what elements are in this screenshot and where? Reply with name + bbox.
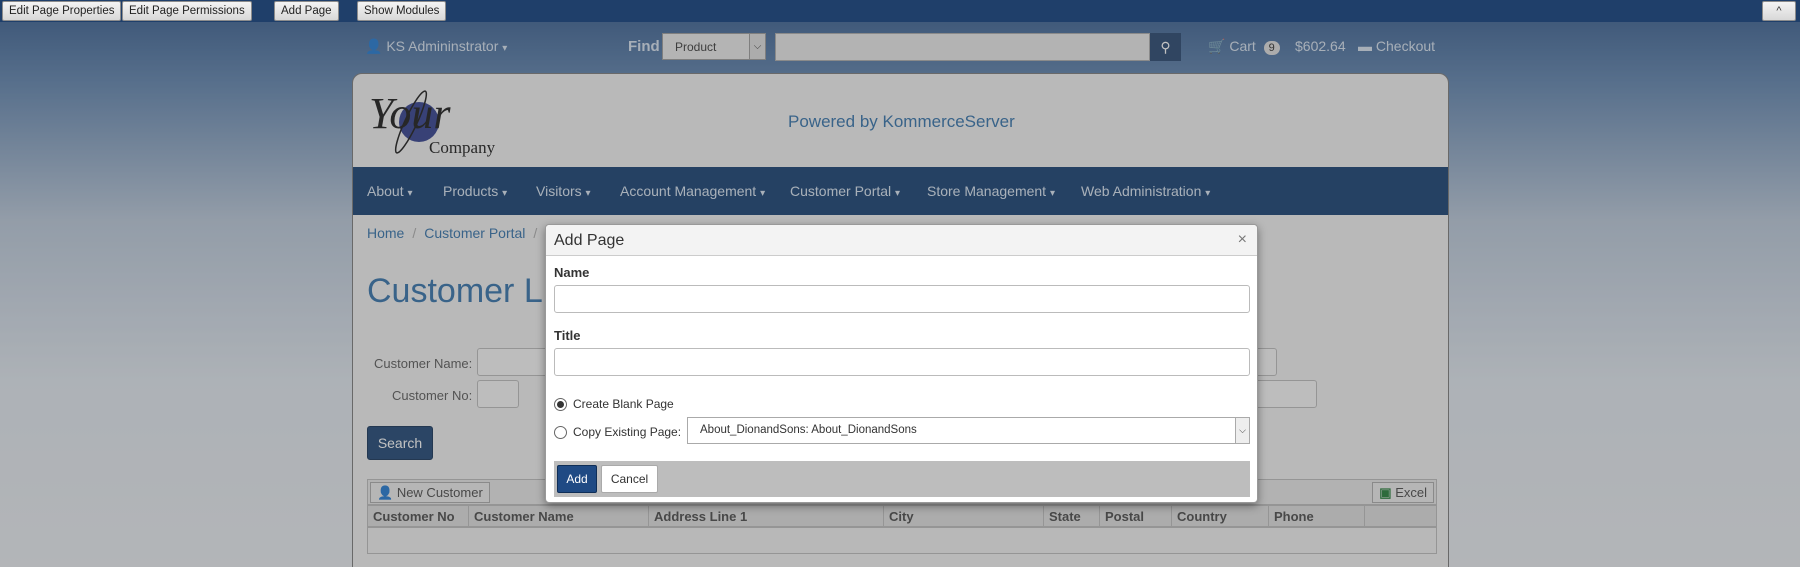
collapse-toolbar-button[interactable]: ^ xyxy=(1762,1,1796,21)
admin-toolbar: Edit Page Properties Edit Page Permissio… xyxy=(0,0,1800,22)
add-page-button[interactable]: Add Page xyxy=(274,1,339,21)
title-input[interactable] xyxy=(554,348,1250,376)
copy-source-select[interactable]: About_DionandSons: About_DionandSons ⌵ xyxy=(687,417,1250,444)
dialog-title: Add Page xyxy=(554,232,625,249)
create-blank-page-label[interactable]: Create Blank Page xyxy=(573,397,674,411)
title-label: Title xyxy=(554,328,581,343)
cancel-button[interactable]: Cancel xyxy=(601,465,658,493)
edit-page-properties-button[interactable]: Edit Page Properties xyxy=(2,1,122,21)
name-input[interactable] xyxy=(554,285,1250,313)
show-modules-button[interactable]: Show Modules xyxy=(357,1,447,21)
copy-existing-page-radio[interactable] xyxy=(554,426,567,439)
chevron-down-icon: ⌵ xyxy=(1235,418,1249,443)
add-button[interactable]: Add xyxy=(557,465,597,493)
close-icon[interactable]: × xyxy=(1238,231,1247,249)
create-blank-page-radio[interactable] xyxy=(554,398,567,411)
dialog-header: Add Page × xyxy=(546,225,1257,256)
copy-existing-page-label[interactable]: Copy Existing Page: xyxy=(573,425,681,439)
name-label: Name xyxy=(554,265,590,280)
dialog-footer: Add Cancel xyxy=(554,461,1250,497)
edit-page-permissions-button[interactable]: Edit Page Permissions xyxy=(122,1,252,21)
copy-source-value: About_DionandSons: About_DionandSons xyxy=(700,424,917,436)
add-page-dialog: Add Page × Name Title Create Blank Page … xyxy=(545,224,1258,503)
